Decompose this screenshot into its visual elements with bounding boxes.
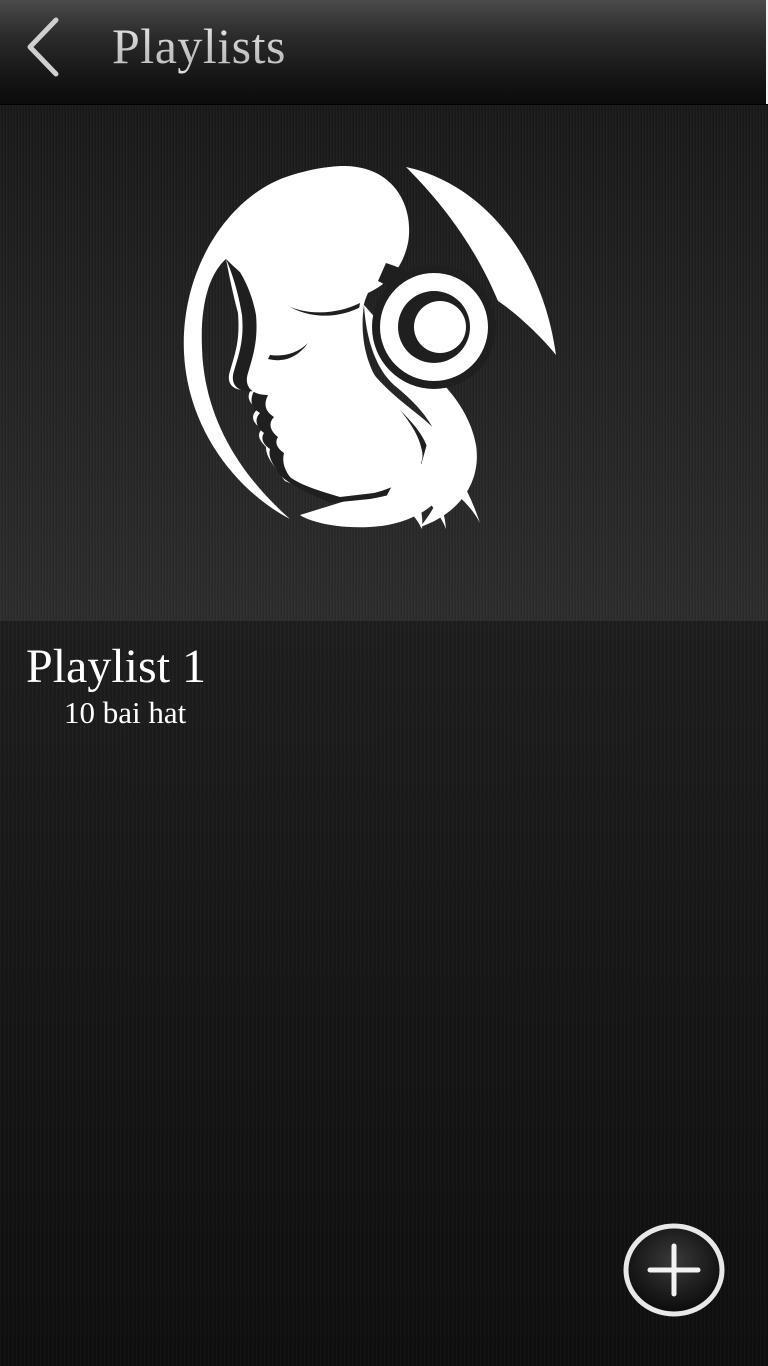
playlist-artwork xyxy=(0,105,768,621)
app-header: Playlists xyxy=(0,0,768,105)
plus-circle-icon xyxy=(623,1223,725,1317)
page-title: Playlists xyxy=(112,14,286,78)
playlist-song-count: 10 bai hat xyxy=(64,695,187,730)
back-button[interactable] xyxy=(18,14,68,80)
chevron-left-icon xyxy=(27,17,59,77)
add-playlist-button[interactable] xyxy=(622,1222,726,1318)
playlist-name: Playlist 1 xyxy=(26,640,207,693)
headphones-woman-icon xyxy=(183,166,556,529)
list-item[interactable]: Playlist 1 10 bai hat xyxy=(0,621,768,741)
playlists-screen: Playlists Playlist 1 10 bai hat xyxy=(0,0,768,1366)
